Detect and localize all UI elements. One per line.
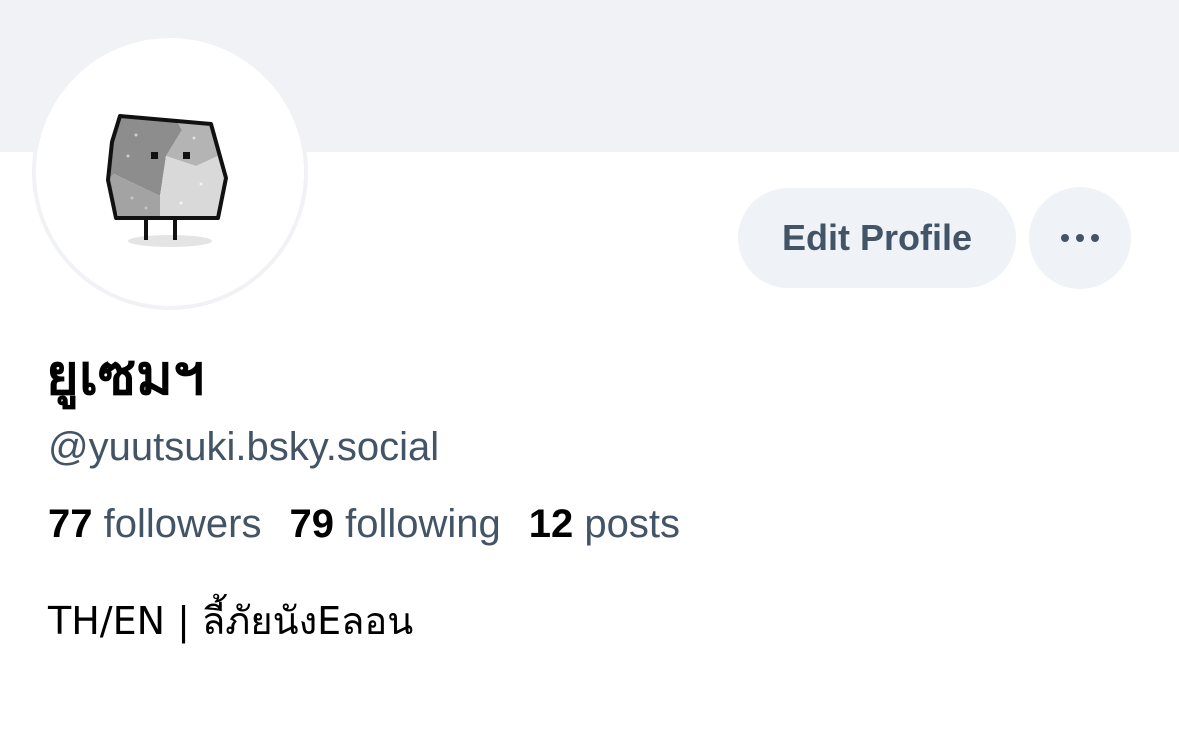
posts-label: posts — [584, 502, 680, 546]
following-link[interactable]: 79 following — [289, 499, 500, 549]
profile-page: Edit Profile ยูเซมฯ @yuutsuki.bsky.socia… — [0, 0, 1179, 729]
profile-bio: TH/EN | ลี้ภัยนังEลอน — [48, 599, 414, 643]
profile-stats: 77 followers 79 following 12 posts — [48, 499, 708, 549]
followers-count: 77 — [48, 502, 93, 546]
edit-profile-button[interactable]: Edit Profile — [738, 188, 1016, 288]
following-count: 79 — [289, 502, 334, 546]
avatar[interactable] — [32, 34, 308, 310]
followers-link[interactable]: 77 followers — [48, 499, 261, 549]
posts-stat: 12 posts — [529, 499, 680, 549]
more-horizontal-icon — [1061, 234, 1099, 242]
stone-creature-icon — [106, 114, 228, 247]
more-options-button[interactable] — [1029, 187, 1131, 289]
posts-count: 12 — [528, 502, 574, 546]
display-name: ยูเซมฯ — [46, 343, 205, 408]
profile-handle: @yuutsuki.bsky.social — [48, 425, 440, 469]
following-label: following — [345, 502, 501, 546]
followers-label: followers — [103, 502, 262, 546]
